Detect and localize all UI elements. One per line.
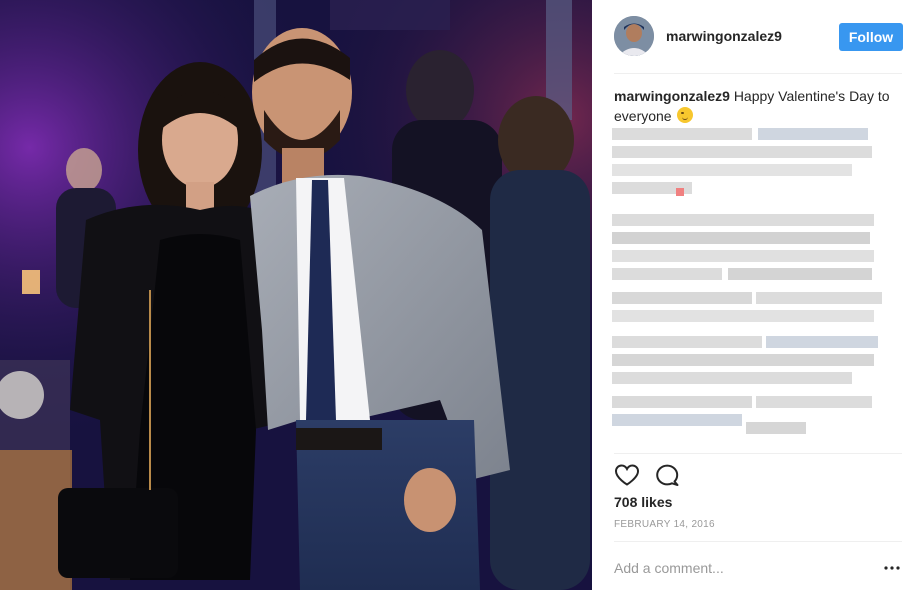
- blurred-comments: [610, 126, 906, 450]
- caption-username[interactable]: marwingonzalez9: [614, 88, 730, 104]
- speech-bubble-icon[interactable]: [654, 463, 680, 487]
- avatar[interactable]: [614, 16, 654, 56]
- post-actions: [614, 462, 694, 488]
- more-options-icon[interactable]: [882, 558, 902, 578]
- comment-row: [614, 550, 902, 586]
- post-caption: marwingonzalez9 Happy Valentine's Day to…: [614, 86, 904, 126]
- follow-button[interactable]: Follow: [839, 23, 903, 51]
- comment-divider: [614, 541, 902, 542]
- winking-face-icon: [677, 107, 694, 123]
- post-photo[interactable]: [0, 0, 592, 590]
- comment-input[interactable]: [614, 560, 854, 576]
- heart-outline-icon[interactable]: [614, 463, 640, 487]
- post-photo-illustration: [0, 0, 592, 590]
- username[interactable]: marwingonzalez9: [666, 28, 782, 44]
- post-header: marwingonzalez9 Follow: [614, 14, 903, 58]
- avatar-image-icon: [614, 16, 654, 56]
- caption-divider: [614, 453, 902, 454]
- pixelated-comments-placeholder: [612, 128, 882, 434]
- header-divider: [614, 73, 902, 74]
- post-side-panel: marwingonzalez9 Follow marwingonzalez9 H…: [592, 0, 922, 590]
- post-date: February 14, 2016: [614, 519, 715, 530]
- likes-count[interactable]: 708 likes: [614, 494, 672, 510]
